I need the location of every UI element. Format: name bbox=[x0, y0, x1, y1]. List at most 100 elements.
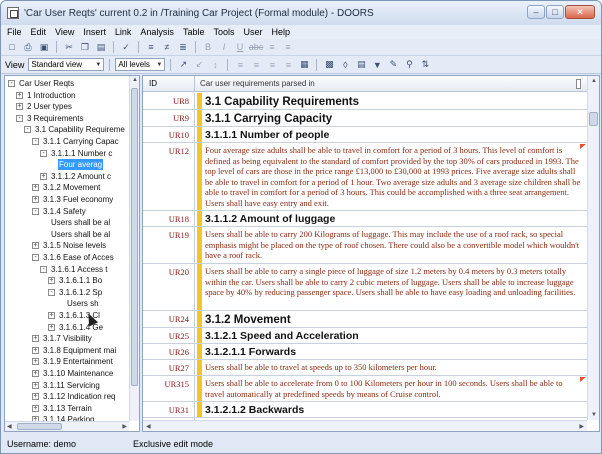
tree-horizontal-scrollbar[interactable]: ◀ ▶ bbox=[5, 421, 129, 431]
menu-file[interactable]: File bbox=[7, 27, 22, 37]
table-row[interactable]: UR24 3.1.2 Movement bbox=[143, 311, 587, 328]
align-center-icon[interactable]: ≡ bbox=[249, 58, 263, 71]
menu-link[interactable]: Link bbox=[115, 27, 132, 37]
edit-filter-icon[interactable]: ✎ bbox=[386, 58, 400, 71]
bold-icon[interactable]: B bbox=[201, 41, 215, 54]
table-row[interactable]: UR9 3.1.1 Carrying Capacity bbox=[143, 110, 587, 127]
menu-view[interactable]: View bbox=[55, 27, 74, 37]
expand-icon[interactable]: + bbox=[32, 404, 39, 412]
print-icon[interactable]: ⎙ bbox=[21, 41, 35, 54]
tree-hscroll-thumb[interactable] bbox=[17, 423, 62, 430]
bullets-icon[interactable]: ≡ bbox=[265, 41, 279, 54]
grid-scroll-thumb[interactable] bbox=[589, 112, 598, 126]
insert-below-icon[interactable]: ≠ bbox=[160, 41, 174, 54]
indent-icon[interactable]: ≡ bbox=[281, 41, 295, 54]
scroll-up-icon[interactable]: ▲ bbox=[132, 77, 138, 83]
sort-icon[interactable]: ⇅ bbox=[418, 58, 432, 71]
scroll-down-icon[interactable]: ▼ bbox=[591, 412, 597, 418]
menu-edit[interactable]: Edit bbox=[31, 27, 47, 37]
expand-icon[interactable]: + bbox=[32, 393, 39, 401]
tree-item[interactable]: +3.1.5 Noise levels bbox=[32, 240, 107, 251]
column-header-id[interactable]: ID bbox=[143, 76, 195, 92]
tree-item[interactable]: -3 Requirements bbox=[16, 113, 84, 124]
tree-item[interactable]: +3.1.11 Servicing bbox=[32, 380, 101, 391]
table-row[interactable]: UR26 3.1.2.1.1 Forwards bbox=[143, 344, 587, 360]
tree-item[interactable]: +3.1.6.1.1 Bo bbox=[48, 275, 103, 286]
tree-item[interactable]: +3.1.14 Parking bbox=[32, 414, 96, 421]
find-icon[interactable]: ⚲ bbox=[402, 58, 416, 71]
menu-user[interactable]: User bbox=[243, 27, 262, 37]
menu-table[interactable]: Table bbox=[183, 27, 205, 37]
tree-item[interactable]: Users shall be al bbox=[40, 217, 111, 228]
tree-item[interactable]: +3.1.13 Terrain bbox=[32, 403, 93, 414]
outline-icon[interactable]: ▩ bbox=[322, 58, 336, 71]
tree-item[interactable]: Users sh bbox=[56, 298, 100, 309]
column-header-text[interactable]: Car user requirements parsed in bbox=[196, 76, 587, 92]
align-left-icon[interactable]: ≡ bbox=[233, 58, 247, 71]
link-in-icon[interactable]: ↙ bbox=[192, 58, 206, 71]
cut-icon[interactable]: ✂ bbox=[62, 41, 76, 54]
copy-icon[interactable]: ❐ bbox=[78, 41, 92, 54]
menu-help[interactable]: Help bbox=[271, 27, 290, 37]
tree-item[interactable]: +3.1.9 Entertainment bbox=[32, 356, 114, 367]
grid-horizontal-scrollbar[interactable]: ◀ ▶ bbox=[143, 420, 587, 431]
expand-icon[interactable]: + bbox=[32, 381, 39, 389]
discussion-flag-icon[interactable] bbox=[580, 377, 586, 382]
tree-item[interactable]: +3.1.1.2 Amount c bbox=[40, 171, 112, 182]
expand-icon[interactable]: + bbox=[48, 277, 55, 285]
expand-icon[interactable]: + bbox=[32, 358, 39, 366]
expand-icon[interactable]: + bbox=[48, 323, 55, 331]
tree-item[interactable]: -3.1.4 Safety bbox=[32, 206, 87, 217]
underline-icon[interactable]: U bbox=[233, 41, 247, 54]
scroll-right-icon[interactable]: ▶ bbox=[579, 423, 584, 430]
expand-icon[interactable]: + bbox=[40, 172, 47, 180]
table-row[interactable]: UR8 3.1 Capability Requirements bbox=[143, 93, 587, 110]
tree-item[interactable]: +3.1.3 Fuel economy bbox=[32, 194, 114, 205]
table-row[interactable]: UR27 Users shall be able to travel at spe… bbox=[143, 360, 587, 376]
grid-vertical-scrollbar[interactable]: ▲ ▼ bbox=[587, 76, 599, 420]
expand-icon[interactable]: + bbox=[16, 91, 23, 99]
tree-item[interactable]: Four averag bbox=[48, 159, 104, 171]
column-resize-handle[interactable] bbox=[576, 79, 581, 89]
align-right-icon[interactable]: ≡ bbox=[265, 58, 279, 71]
close-icon[interactable]: ✕ bbox=[565, 5, 595, 19]
menu-analysis[interactable]: Analysis bbox=[140, 27, 174, 37]
discussion-flag-icon[interactable] bbox=[580, 144, 586, 149]
collapse-icon[interactable]: - bbox=[24, 126, 31, 134]
scroll-left-icon[interactable]: ◀ bbox=[146, 423, 151, 430]
table-row[interactable]: UR315 Users shall be able to accelerate f… bbox=[143, 376, 587, 402]
collapse-icon[interactable]: - bbox=[32, 207, 39, 215]
tree-item[interactable]: Users shall be al bbox=[40, 229, 111, 240]
tree-item[interactable]: +2 User types bbox=[16, 101, 73, 112]
strikethrough-icon[interactable]: abc bbox=[249, 41, 264, 54]
table-row[interactable]: UR20 Users shall be able to carry a singl… bbox=[143, 264, 587, 311]
link-out-icon[interactable]: ↗ bbox=[176, 58, 190, 71]
collapse-icon[interactable]: - bbox=[32, 138, 39, 145]
new-icon[interactable]: □ bbox=[5, 41, 19, 54]
expand-icon[interactable]: + bbox=[32, 335, 39, 343]
expand-icon[interactable]: + bbox=[32, 196, 39, 203]
tree-item[interactable]: +3.1.10 Maintenance bbox=[32, 368, 114, 379]
tree-item[interactable]: -3.1.6.1 Access t bbox=[40, 264, 108, 275]
view-select[interactable]: Standard view ▼ bbox=[28, 58, 105, 71]
table-row[interactable]: UR18 3.1.1.2 Amount of luggage bbox=[143, 211, 587, 227]
layout-icon[interactable]: ▤ bbox=[354, 58, 368, 71]
expand-icon[interactable]: + bbox=[32, 184, 39, 192]
expand-icon[interactable]: + bbox=[48, 312, 55, 319]
collapse-icon[interactable]: - bbox=[48, 288, 55, 296]
tree-item[interactable]: -3.1.6 Ease of Acces bbox=[32, 252, 115, 263]
insert-level-icon[interactable]: ≣ bbox=[176, 41, 190, 54]
italic-icon[interactable]: I bbox=[217, 41, 231, 54]
save-icon[interactable]: ▣ bbox=[37, 41, 51, 54]
tree-item[interactable]: +3.1.12 Indication req bbox=[32, 391, 117, 402]
tree-item[interactable]: -3.1.1 Carrying Capac bbox=[32, 136, 120, 147]
check-icon[interactable]: ✓ bbox=[119, 41, 133, 54]
module-grid[interactable]: ID Car user requirements parsed in UR8 3.… bbox=[142, 75, 600, 432]
table-row[interactable]: UR19 Users shall be able to carry 200 Kil… bbox=[143, 227, 587, 264]
insert-heading-icon[interactable]: ≡ bbox=[144, 41, 158, 54]
tree-item[interactable]: +3.1.7 Visibility bbox=[32, 333, 93, 344]
tree-item[interactable]: +1 Introduction bbox=[16, 90, 76, 101]
tree-vertical-scrollbar[interactable]: ▲ bbox=[129, 76, 139, 421]
link-both-icon[interactable]: ↕ bbox=[208, 58, 222, 71]
maximize-icon[interactable]: □ bbox=[546, 5, 564, 19]
